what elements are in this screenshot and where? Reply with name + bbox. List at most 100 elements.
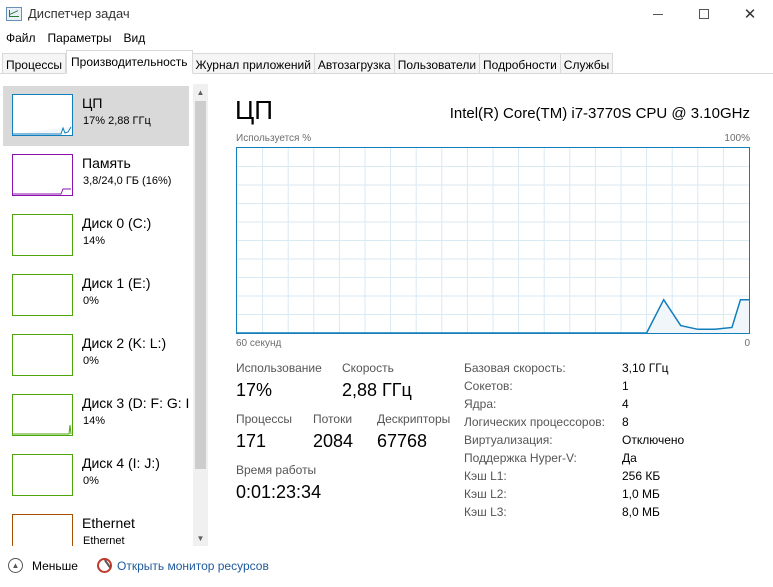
- virtualization-value: Отключено: [622, 433, 685, 447]
- sidebar-item-title: Диск 4 (I: J:): [82, 455, 160, 471]
- sidebar-item-disk-1[interactable]: Диск 1 (E:) 0%: [3, 266, 189, 326]
- sidebar-item-title: Диск 2 (K: L:): [82, 335, 167, 351]
- scroll-up-icon[interactable]: ▲: [193, 84, 208, 100]
- chevron-up-icon[interactable]: ▲: [8, 558, 23, 573]
- uptime-label: Время работы: [236, 463, 317, 477]
- sidebar-item-disk-0[interactable]: Диск 0 (C:) 14%: [3, 206, 189, 266]
- scroll-down-icon[interactable]: ▼: [193, 530, 208, 546]
- base-speed-label: Базовая скорость:: [464, 361, 566, 375]
- disk-graph-thumbnail: [12, 274, 73, 316]
- network-graph-thumbnail: [12, 514, 73, 546]
- sidebar-item-title: Диск 1 (E:): [82, 275, 151, 291]
- sidebar-item-title: Ethernet: [82, 515, 135, 531]
- l1-cache-value: 256 КБ: [622, 469, 661, 483]
- graph-label-max: 100%: [724, 133, 750, 144]
- menu-options[interactable]: Параметры: [42, 29, 118, 49]
- sidebar-item-memory[interactable]: Память 3,8/24,0 ГБ (16%): [3, 146, 189, 206]
- bottom-bar: ▲ Меньше Открыть монитор ресурсов: [0, 553, 773, 587]
- sockets-value: 1: [622, 379, 629, 393]
- window-title: Диспетчер задач: [28, 6, 130, 21]
- cores-value: 4: [622, 397, 629, 411]
- minimize-icon: [653, 13, 663, 15]
- handles-label: Дескрипторы: [377, 412, 451, 426]
- sidebar-item-subtitle: 14%: [83, 235, 106, 247]
- l2-cache-value: 1,0 МБ: [622, 487, 660, 501]
- tab-details[interactable]: Подробности: [480, 53, 561, 74]
- sidebar-item-subtitle: 0%: [83, 295, 99, 307]
- sidebar-item-title: Диск 0 (C:): [82, 215, 152, 231]
- minimize-button[interactable]: [635, 0, 681, 28]
- sidebar-item-disk-3[interactable]: Диск 3 (D: F: G: I 14%: [3, 386, 189, 446]
- cpu-graph-thumbnail: [12, 94, 73, 136]
- tab-startup[interactable]: Автозагрузка: [314, 53, 395, 74]
- title-bar: Диспетчер задач ✕: [0, 0, 773, 28]
- disk-graph-thumbnail: [12, 454, 73, 496]
- hyper-v-value: Да: [622, 451, 637, 465]
- tab-services[interactable]: Службы: [560, 53, 614, 74]
- tab-bar: Процессы Производительность Журнал прило…: [0, 50, 773, 74]
- cpu-usage-graph: [236, 147, 750, 334]
- maximize-button[interactable]: [681, 0, 727, 28]
- graph-axis-zero-label: 0: [744, 338, 750, 349]
- disk-graph-thumbnail: [12, 214, 73, 256]
- sidebar-item-title: Диск 3 (D: F: G: I: [82, 395, 190, 411]
- tab-processes[interactable]: Процессы: [2, 53, 67, 74]
- speed-label: Скорость: [342, 361, 394, 375]
- menu-bar: Файл Параметры Вид: [0, 29, 151, 49]
- sidebar-item-subtitle: 3,8/24,0 ГБ (16%): [83, 175, 172, 187]
- sidebar-item-disk-2[interactable]: Диск 2 (K: L:) 0%: [3, 326, 189, 386]
- menu-file[interactable]: Файл: [0, 29, 42, 49]
- sidebar-item-disk-4[interactable]: Диск 4 (I: J:) 0%: [3, 446, 189, 506]
- processes-value: 171: [236, 431, 267, 451]
- sidebar-item-ethernet[interactable]: Ethernet Ethernet: [3, 506, 189, 546]
- sidebar-item-title: ЦП: [82, 95, 103, 111]
- sidebar-item-subtitle: 17% 2,88 ГГц: [83, 115, 151, 127]
- maximize-icon: [699, 9, 709, 19]
- sidebar-scrollbar[interactable]: ▲ ▼: [193, 84, 208, 546]
- uptime-value: 0:01:23:34: [236, 482, 322, 502]
- logical-processors-label: Логических процессоров:: [464, 415, 605, 429]
- menu-view[interactable]: Вид: [117, 29, 151, 49]
- memory-graph-thumbnail: [12, 154, 73, 196]
- sidebar-item-subtitle: 14%: [83, 415, 106, 427]
- tab-app-history[interactable]: Журнал приложений: [192, 53, 315, 74]
- resource-monitor-icon[interactable]: [97, 558, 112, 573]
- cores-label: Ядра:: [464, 397, 497, 411]
- disk-graph-thumbnail: [12, 334, 73, 376]
- threads-value: 2084: [313, 431, 354, 451]
- sidebar-item-cpu[interactable]: ЦП 17% 2,88 ГГц: [3, 86, 189, 146]
- virtualization-label: Виртуализация:: [464, 433, 553, 447]
- scrollbar-thumb[interactable]: [195, 101, 206, 469]
- sockets-label: Сокетов:: [464, 379, 513, 393]
- processes-label: Процессы: [236, 412, 293, 426]
- speed-value: 2,88 ГГц: [342, 380, 412, 400]
- handles-value: 67768: [377, 431, 428, 451]
- sidebar-item-title: Память: [82, 155, 131, 171]
- l1-cache-label: Кэш L1:: [464, 469, 507, 483]
- usage-value: 17%: [236, 380, 273, 400]
- task-manager-app-icon: [6, 7, 22, 21]
- open-resource-monitor-link[interactable]: Открыть монитор ресурсов: [117, 559, 269, 573]
- logical-processors-value: 8: [622, 415, 629, 429]
- sidebar-item-subtitle: 0%: [83, 355, 99, 367]
- graph-label-usage: Используется %: [236, 133, 312, 144]
- l3-cache-label: Кэш L3:: [464, 505, 507, 519]
- base-speed-value: 3,10 ГГц: [622, 361, 669, 375]
- l2-cache-label: Кэш L2:: [464, 487, 507, 501]
- close-icon: ✕: [743, 6, 757, 23]
- l3-cache-value: 8,0 МБ: [622, 505, 660, 519]
- tab-performance[interactable]: Производительность: [66, 50, 193, 74]
- sidebar-item-subtitle: 0%: [83, 475, 99, 487]
- page-title: ЦП: [235, 95, 273, 125]
- disk-graph-thumbnail: [12, 394, 73, 436]
- tab-users[interactable]: Пользователи: [394, 53, 481, 74]
- usage-label: Использование: [236, 361, 322, 375]
- cpu-model-name: Intel(R) Core(TM) i7-3770S CPU @ 3.10GHz: [449, 105, 750, 122]
- close-button[interactable]: ✕: [727, 0, 773, 28]
- performance-sidebar: ЦП 17% 2,88 ГГц Память 3,8/24,0 ГБ (16%)…: [0, 84, 210, 546]
- fewer-details-button[interactable]: Меньше: [32, 559, 78, 573]
- threads-label: Потоки: [313, 412, 353, 426]
- sidebar-item-subtitle: Ethernet: [83, 535, 125, 546]
- hyper-v-label: Поддержка Hyper-V:: [464, 451, 577, 465]
- graph-axis-time-label: 60 секунд: [236, 338, 282, 349]
